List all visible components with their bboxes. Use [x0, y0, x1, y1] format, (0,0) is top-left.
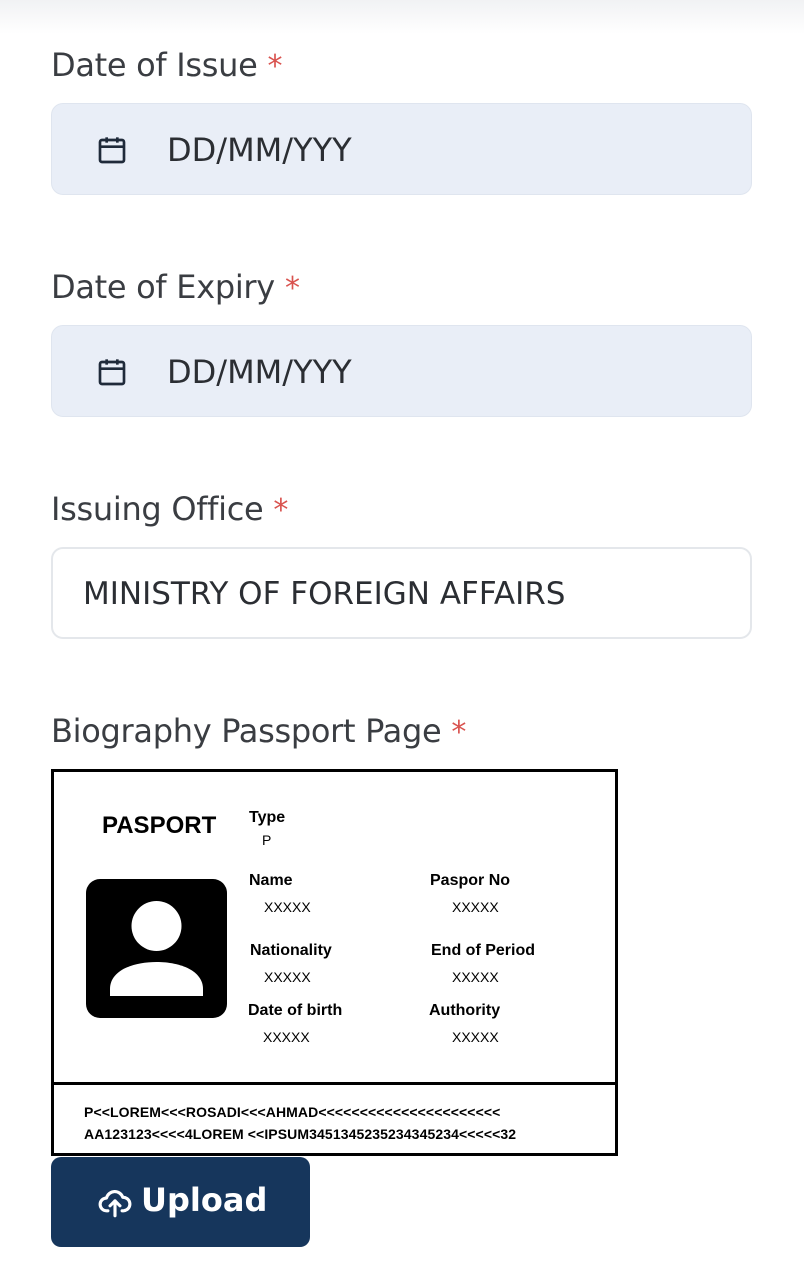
upload-label: Upload [141, 1181, 268, 1219]
required-asterisk: * [451, 715, 467, 750]
nationality-label: Nationality [250, 942, 332, 959]
issuing-office-input[interactable]: MINISTRY OF FOREIGN AFFAIRS [51, 547, 752, 639]
type-label: Type [249, 809, 286, 826]
biography-page-label: Biography Passport Page * [51, 712, 466, 750]
end-of-period-value: XXXXX [452, 969, 499, 985]
required-asterisk: * [273, 493, 289, 528]
date-of-issue-label: Date of Issue * [51, 46, 283, 84]
top-bar-shadow [0, 0, 804, 34]
biography-page-label-text: Biography Passport Page [51, 712, 442, 750]
cloud-upload-icon [98, 1190, 132, 1218]
required-asterisk: * [284, 271, 300, 306]
date-of-birth-value: XXXXX [263, 1029, 310, 1045]
upload-button[interactable]: Upload [51, 1157, 310, 1247]
nationality-value: XXXXX [264, 969, 311, 985]
person-icon [110, 901, 203, 996]
date-of-birth-label: Date of birth [248, 1002, 343, 1019]
passport-photo [86, 879, 227, 1018]
date-of-expiry-placeholder: DD/MM/YYY [167, 353, 352, 391]
date-of-expiry-label-text: Date of Expiry [51, 268, 275, 306]
passport-title: PASPORT [102, 812, 217, 839]
issuing-office-label: Issuing Office * [51, 490, 288, 528]
passport-no-value: XXXXX [452, 899, 499, 915]
date-of-issue-placeholder: DD/MM/YYY [167, 131, 352, 169]
date-of-expiry-field[interactable]: DD/MM/YYY [51, 325, 752, 417]
authority-label: Authority [429, 1002, 501, 1019]
passport-no-label: Paspor No [430, 872, 511, 889]
date-of-issue-field[interactable]: DD/MM/YYY [51, 103, 752, 195]
calendar-icon [98, 137, 126, 164]
end-of-period-label: End of Period [431, 942, 535, 959]
mrz-line-1: P<<LOREM<<<ROSADI<<<AHMAD<<<<<<<<<<<<<<<… [84, 1104, 501, 1120]
mrz-line-2: AA123123<<<<4LOREM <<IPSUM34513452352343… [84, 1126, 517, 1142]
passport-page-preview: PASPORT Type P Name XXXXX Paspor No XXXX… [51, 769, 618, 1156]
required-asterisk: * [267, 49, 283, 84]
authority-value: XXXXX [452, 1029, 499, 1045]
mrz-divider [54, 1082, 615, 1085]
name-label: Name [249, 872, 293, 889]
date-of-expiry-label: Date of Expiry * [51, 268, 300, 306]
issuing-office-value: MINISTRY OF FOREIGN AFFAIRS [83, 576, 566, 612]
name-value: XXXXX [264, 899, 311, 915]
calendar-icon [98, 359, 126, 386]
issuing-office-label-text: Issuing Office [51, 490, 264, 528]
date-of-issue-label-text: Date of Issue [51, 46, 258, 84]
type-value: P [262, 832, 272, 848]
